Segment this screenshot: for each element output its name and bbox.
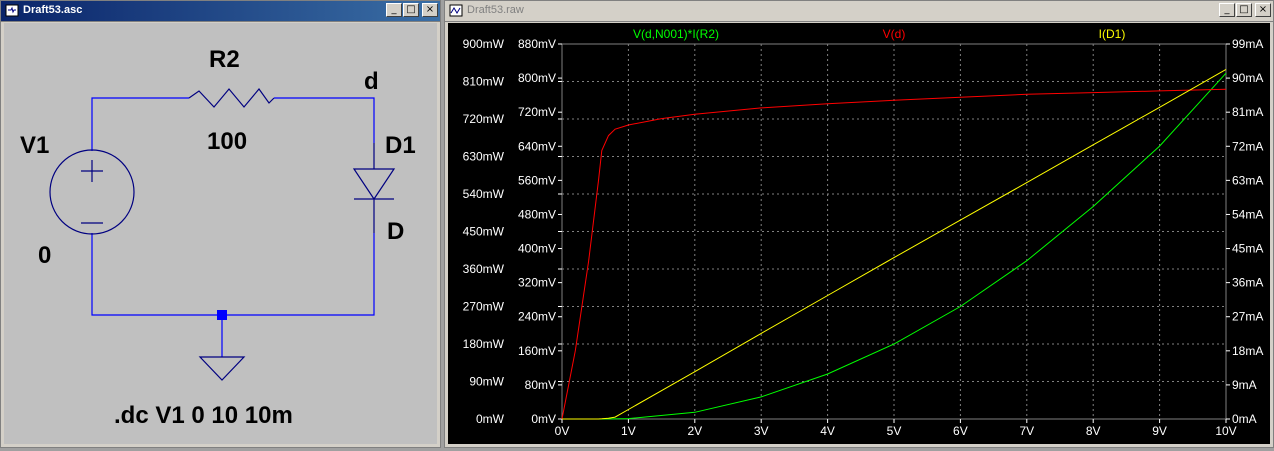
junction-node[interactable] xyxy=(217,310,227,320)
plot-ticks: 0V 1V 2V 3V 4V 5V 6V 7V 8V 9V 10V 0mW 90mW 180mW 270mW… xyxy=(463,37,1264,438)
waveform-canvas[interactable]: 0V 1V 2V 3V 4V 5V 6V 7V 8V 9V 10V 0mW 90mW 180mW 270mW… xyxy=(448,23,1270,444)
y-voltage-tick-label: 0mV xyxy=(531,412,556,426)
x-tick-label: 7V xyxy=(1019,424,1034,438)
ground-symbol[interactable] xyxy=(198,356,246,381)
y-current-tick-label: 45mA xyxy=(1232,242,1263,256)
resistor-value-label[interactable]: 100 xyxy=(207,128,247,155)
y-current-tick-label: 72mA xyxy=(1232,139,1263,153)
y-current-tick-label: 81mA xyxy=(1232,105,1263,119)
net-label-d[interactable]: d xyxy=(364,68,379,95)
waveform-window: Draft53.raw _ □ × 0V 1V 2V 3V 4V 5V 6V 7V 8V 9V 10… xyxy=(444,0,1274,448)
waveform-title: Draft53.raw xyxy=(467,4,524,16)
x-tick-label: 8V xyxy=(1086,424,1101,438)
y-power-tick-label: 180mW xyxy=(463,337,505,351)
y-current-tick-label: 54mA xyxy=(1232,207,1263,221)
y-voltage-tick-label: 640mV xyxy=(518,139,556,153)
close-button[interactable]: × xyxy=(1255,3,1271,17)
y-current-tick-label: 9mA xyxy=(1232,378,1257,392)
x-tick-label: 9V xyxy=(1152,424,1167,438)
x-tick-label: 2V xyxy=(687,424,702,438)
y-voltage-tick-label: 560mV xyxy=(518,173,556,187)
waveform-titlebar[interactable]: Draft53.raw _ □ × xyxy=(445,1,1273,22)
y-power-tick-label: 0mW xyxy=(476,412,505,426)
source-node-label[interactable]: 0 xyxy=(38,242,51,269)
x-tick-label: 10V xyxy=(1215,424,1236,438)
y-voltage-tick-label: 480mV xyxy=(518,207,556,221)
y-power-tick-label: 900mW xyxy=(463,37,505,51)
plot-legend: V(d,N001)*I(R2) V(d) I(D1) xyxy=(633,27,1125,41)
y-voltage-tick-label: 320mV xyxy=(518,276,556,290)
y-power-tick-label: 810mW xyxy=(463,75,505,89)
waveform-doc-icon xyxy=(449,4,463,17)
schematic-doc-icon xyxy=(5,4,19,17)
y-voltage-tick-label: 400mV xyxy=(518,242,556,256)
diode-name-label[interactable]: D1 xyxy=(385,132,416,159)
y-power-tick-label: 630mW xyxy=(463,150,505,164)
y-current-tick-label: 99mA xyxy=(1232,37,1263,51)
minimize-button[interactable]: _ xyxy=(1219,3,1235,17)
y-power-tick-label: 450mW xyxy=(463,225,505,239)
legend-label-0[interactable]: V(d,N001)*I(R2) xyxy=(633,27,719,41)
legend-label-2[interactable]: I(D1) xyxy=(1099,27,1126,41)
y-voltage-tick-label: 240mV xyxy=(518,310,556,324)
y-voltage-tick-label: 160mV xyxy=(518,344,556,358)
x-tick-label: 1V xyxy=(621,424,636,438)
schematic-canvas[interactable]: V1 0 R2 100 d D1 D .dc V1 0 10 10m xyxy=(4,23,437,444)
x-tick-label: 4V xyxy=(820,424,835,438)
y-power-tick-label: 720mW xyxy=(463,112,505,126)
x-tick-label: 0V xyxy=(555,424,570,438)
spice-directive[interactable]: .dc V1 0 10 10m xyxy=(114,402,293,429)
maximize-button[interactable]: □ xyxy=(1236,3,1252,17)
schematic-window: Draft53.asc _ □ × V1 0 R2 100 d D1 D .dc… xyxy=(0,0,441,448)
schematic-title: Draft53.asc xyxy=(23,4,83,16)
y-voltage-tick-label: 720mV xyxy=(518,105,556,119)
schematic-titlebar[interactable]: Draft53.asc _ □ × xyxy=(1,1,440,22)
x-tick-label: 6V xyxy=(953,424,968,438)
schematic-drawing: V1 0 R2 100 d D1 D .dc V1 0 10 10m xyxy=(20,46,416,429)
x-tick-label: 5V xyxy=(887,424,902,438)
y-current-tick-label: 90mA xyxy=(1232,71,1263,85)
resistor-name-label[interactable]: R2 xyxy=(209,46,240,73)
y-current-tick-label: 0mA xyxy=(1232,412,1257,426)
y-voltage-tick-label: 880mV xyxy=(518,37,556,51)
y-power-tick-label: 270mW xyxy=(463,300,505,314)
close-button[interactable]: × xyxy=(422,3,438,17)
minimize-button[interactable]: _ xyxy=(386,3,402,17)
y-current-tick-label: 36mA xyxy=(1232,276,1263,290)
voltage-source-v1[interactable] xyxy=(49,149,135,235)
resistor-r2[interactable] xyxy=(188,88,275,108)
source-name-label[interactable]: V1 xyxy=(20,132,49,159)
y-voltage-tick-label: 80mV xyxy=(525,378,556,392)
legend-label-1[interactable]: V(d) xyxy=(883,27,906,41)
y-power-tick-label: 90mW xyxy=(469,375,504,389)
waveform-plot[interactable]: 0V 1V 2V 3V 4V 5V 6V 7V 8V 9V 10V 0mW 90mW 180mW 270mW… xyxy=(448,23,1272,446)
y-current-tick-label: 27mA xyxy=(1232,310,1263,324)
y-power-tick-label: 540mW xyxy=(463,187,505,201)
diode-model-label[interactable]: D xyxy=(387,218,404,245)
y-power-tick-label: 360mW xyxy=(463,262,505,276)
x-tick-label: 3V xyxy=(754,424,769,438)
y-current-tick-label: 63mA xyxy=(1232,173,1263,187)
y-voltage-tick-label: 800mV xyxy=(518,71,556,85)
y-current-tick-label: 18mA xyxy=(1232,344,1263,358)
maximize-button[interactable]: □ xyxy=(403,3,419,17)
